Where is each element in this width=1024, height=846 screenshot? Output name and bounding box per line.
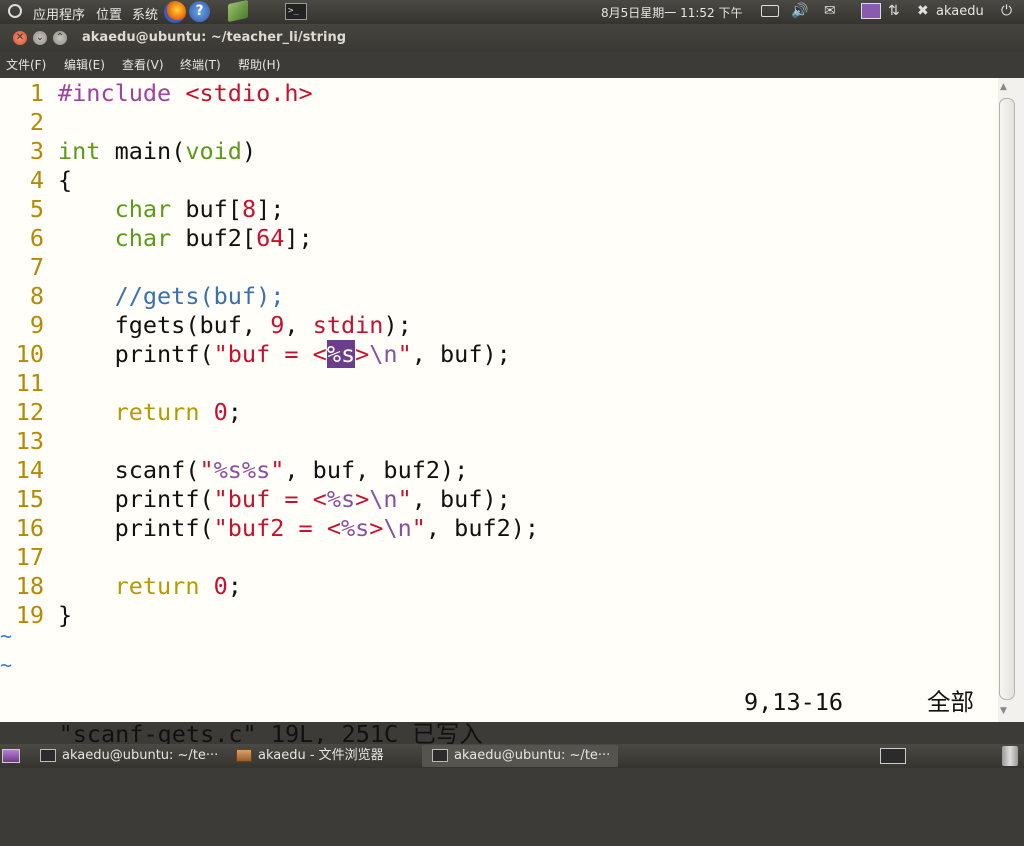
menu-system[interactable]: 系统: [132, 4, 158, 23]
code-line: 13: [15, 427, 44, 455]
power-icon[interactable]: ⏻: [1001, 3, 1012, 19]
menu-applications[interactable]: 应用程序: [33, 4, 85, 23]
menu-places[interactable]: 位置: [96, 4, 122, 23]
code-line: 18 return 0;: [15, 572, 242, 600]
scroll-down-icon[interactable]: ▼: [1000, 706, 1007, 716]
help-icon[interactable]: ?: [189, 1, 210, 22]
taskbar-item-label: akaedu@ubuntu: ~/te···: [62, 748, 219, 763]
status-scroll-position: 全部: [927, 688, 974, 716]
code-line: 17: [15, 543, 44, 571]
scroll-up-icon[interactable]: ▲: [1000, 82, 1007, 92]
taskbar-item-file-browser[interactable]: akaedu - 文件浏览器: [226, 745, 418, 767]
book-icon[interactable]: [228, 0, 248, 23]
session-icon[interactable]: ✖: [917, 3, 929, 19]
empty-line-marker: ~: [0, 653, 13, 677]
top-panel: 应用程序 位置 系统 ? >_ 8月5日星期一 11:52 下午 🔊 ✉ ⇅ ✖…: [0, 0, 1024, 24]
code-line: 16 printf("buf2 = <%s>\n", buf2);: [15, 514, 540, 542]
menu-edit[interactable]: 编辑(E): [64, 56, 105, 73]
bottom-panel: akaedu@ubuntu: ~/te··· akaedu - 文件浏览器 ak…: [0, 744, 1024, 768]
network-icon[interactable]: [861, 3, 881, 19]
volume-icon[interactable]: 🔊: [791, 3, 808, 19]
transfer-icon[interactable]: ⇅: [888, 3, 900, 19]
show-desktop-icon[interactable]: [2, 749, 20, 763]
taskbar-item-label: akaedu - 文件浏览器: [258, 748, 384, 763]
status-cursor-position: 9,13-16: [744, 688, 844, 716]
code-line: 1 #include <stdio.h>: [29, 79, 313, 107]
empty-line-marker: ~: [0, 624, 13, 648]
window-titlebar[interactable]: ✕ ⌄ ⌃ akaedu@ubuntu: ~/teacher_li/string: [0, 24, 1024, 52]
code-line: 3 int main(void): [29, 137, 257, 165]
menu-help[interactable]: 帮助(H): [238, 56, 280, 73]
code-line: 6 char buf2[64];: [29, 224, 313, 252]
mail-icon[interactable]: ✉: [824, 3, 836, 19]
terminal-icon: [432, 749, 448, 762]
folder-icon: [236, 749, 252, 762]
firefox-icon[interactable]: [164, 1, 186, 23]
text-cursor: %s: [326, 340, 356, 368]
code-line: 4{: [29, 166, 73, 194]
clock[interactable]: 8月5日星期一 11:52 下午: [601, 4, 742, 21]
code-line: 9 fgets(buf, 9, stdin);: [29, 311, 412, 339]
terminal-icon: [40, 749, 56, 762]
code-line: 15 printf("buf = <%s>\n", buf);: [15, 485, 511, 513]
trash-icon[interactable]: [1002, 746, 1018, 766]
minimize-icon[interactable]: ⌄: [33, 31, 47, 45]
code-line: 10 printf("buf = <%s>\n", buf);: [15, 340, 511, 368]
taskbar-item-terminal-1[interactable]: akaedu@ubuntu: ~/te···: [30, 745, 222, 767]
menu-view[interactable]: 查看(V): [122, 56, 164, 73]
workspace-switcher[interactable]: [880, 748, 906, 764]
maximize-icon[interactable]: ⌃: [53, 31, 67, 45]
menu-file[interactable]: 文件(F): [6, 56, 46, 73]
menu-terminal[interactable]: 终端(T): [180, 56, 221, 73]
taskbar-item-label: akaedu@ubuntu: ~/te···: [454, 748, 611, 763]
window-title: akaedu@ubuntu: ~/teacher_li/string: [82, 30, 347, 45]
user-name[interactable]: akaedu: [936, 4, 984, 19]
code-line: 12 return 0;: [15, 398, 242, 426]
terminal-menubar: 文件(F) 编辑(E) 查看(V) 终端(T) 帮助(H): [0, 52, 1024, 76]
scrollbar-thumb[interactable]: [999, 98, 1015, 700]
keyboard-icon[interactable]: [761, 5, 779, 17]
code-line: 14 scanf("%s%s", buf, buf2);: [15, 456, 469, 484]
vim-status-line: "scanf-gets.c" 19L, 251C 已写入 9,13-16 全部: [2, 686, 992, 748]
code-line: 11: [15, 369, 44, 397]
terminal-scrollbar[interactable]: ▲ ▼: [998, 78, 1024, 722]
terminal-view[interactable]: 1 #include <stdio.h> 2 3 int main(void) 4{…: [0, 78, 998, 748]
ubuntu-logo-icon[interactable]: [8, 4, 22, 18]
code-line: 8 //gets(buf);: [29, 282, 285, 310]
code-line: 7: [29, 253, 44, 281]
code-line: 5 char buf[8];: [29, 195, 285, 223]
code-line: 2: [29, 108, 44, 136]
taskbar-item-terminal-2[interactable]: akaedu@ubuntu: ~/te···: [422, 745, 618, 767]
terminal-icon[interactable]: >_: [285, 3, 307, 20]
close-icon[interactable]: ✕: [13, 31, 27, 45]
